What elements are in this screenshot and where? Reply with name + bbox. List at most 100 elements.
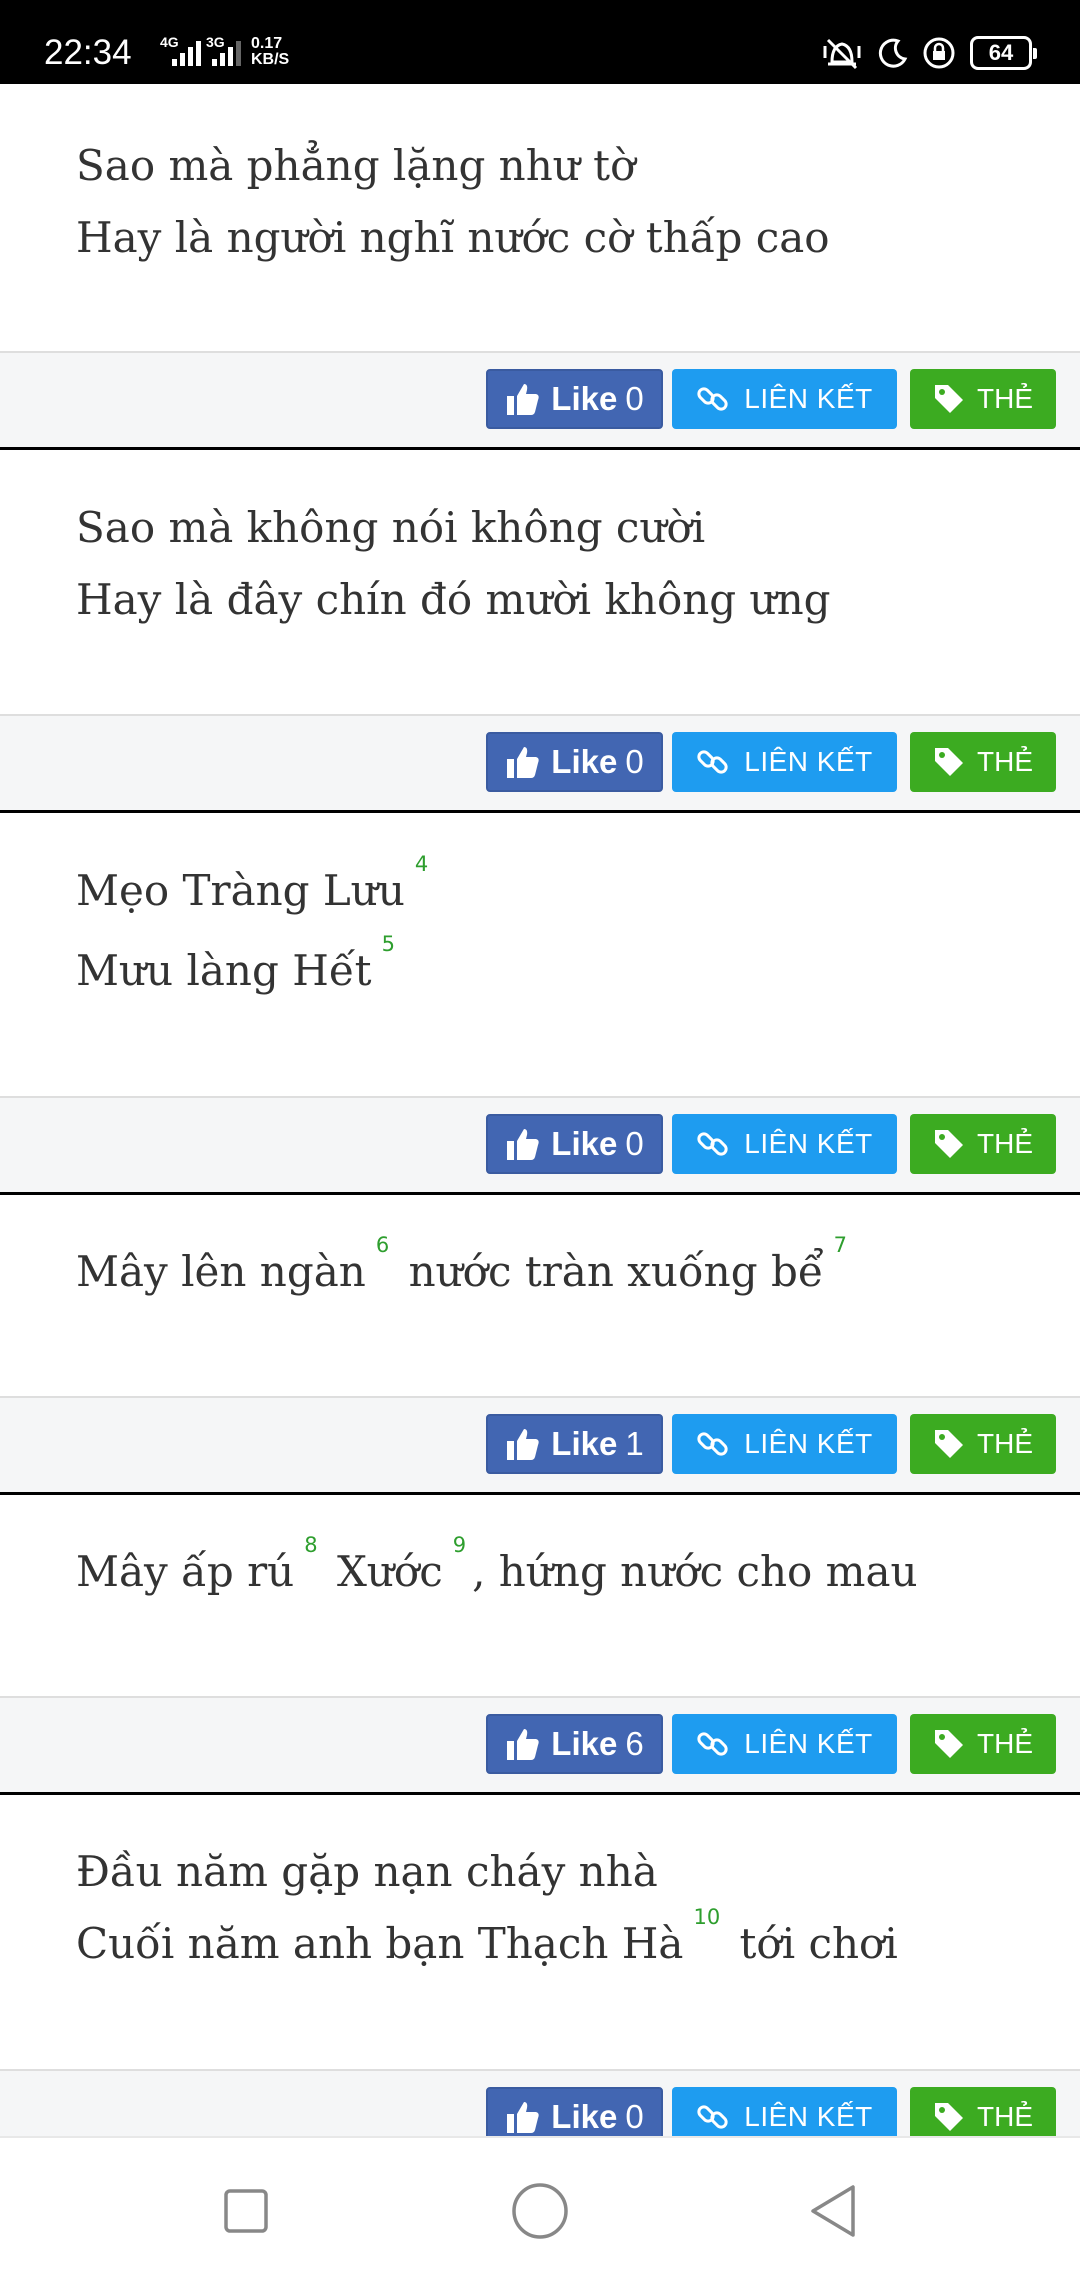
link-button[interactable]: LIÊN KẾT <box>672 369 897 429</box>
footnote-ref[interactable]: 9 <box>453 1533 466 1557</box>
verse-2-text: Sao mà không nói không cười Hay là đây c… <box>76 492 831 636</box>
tag-icon <box>935 748 963 776</box>
footnote-ref[interactable]: 8 <box>304 1533 317 1557</box>
tag-button[interactable]: THẺ <box>910 1414 1056 1474</box>
link-button[interactable]: LIÊN KẾT <box>672 1414 897 1474</box>
home-button[interactable] <box>505 2176 575 2246</box>
verse-segment: Mây lên ngàn <box>76 1247 366 1296</box>
verse-line: Mưu làng Hết 5 <box>76 932 434 1007</box>
speed-value: 0.17 <box>251 35 283 52</box>
link-label: LIÊN KẾT <box>744 2101 873 2132</box>
like-label: Like <box>551 1725 618 1762</box>
verse-line: Đầu năm gặp nạn cháy nhà <box>76 1847 658 1896</box>
link-icon <box>697 387 728 411</box>
recent-apps-button[interactable] <box>211 2176 281 2246</box>
verse-line: Mây lên ngàn 6 nước tràn xuống bể 7 <box>76 1233 853 1308</box>
vibrate-icon <box>823 38 861 70</box>
link-label: LIÊN KẾT <box>744 1428 873 1459</box>
tag-label: THẺ <box>977 383 1033 414</box>
like-label: Like <box>551 2098 618 2135</box>
like-label: Like <box>551 1425 618 1462</box>
tag-button[interactable]: THẺ <box>910 732 1056 792</box>
thumbs-up-icon <box>507 747 539 778</box>
status-icons: 64 <box>822 36 1037 70</box>
thumbs-up-icon <box>507 1129 539 1160</box>
verse-segment: nước tràn xuống bể <box>395 1247 824 1296</box>
verse-line: Sao mà phẳng lặng như tờ <box>76 141 636 190</box>
like-label: Like <box>551 1125 618 1162</box>
verse-5-actions: Like 6 LIÊN KẾT THẺ <box>0 1696 1080 1795</box>
link-button[interactable]: LIÊN KẾT <box>672 1714 897 1774</box>
tag-icon <box>935 1430 963 1458</box>
verse-segment: , hứng nước cho mau <box>472 1547 918 1596</box>
like-count: 0 <box>625 1125 644 1162</box>
like-button[interactable]: Like 0 <box>486 732 663 792</box>
tag-icon <box>935 1730 963 1758</box>
like-label: Like <box>551 743 618 780</box>
speed-unit: KB/S <box>251 51 290 68</box>
footnote-ref[interactable]: 10 <box>693 1905 720 1929</box>
thumbs-up-icon <box>507 384 539 415</box>
tag-label: THẺ <box>977 1128 1033 1159</box>
verse-line: Mẹo Tràng Lưu 4 <box>76 852 434 927</box>
lock-rotation-icon <box>923 37 955 69</box>
link-button[interactable]: LIÊN KẾT <box>672 732 897 792</box>
tag-icon <box>935 385 963 413</box>
link-icon <box>697 1432 728 1456</box>
link-label: LIÊN KẾT <box>744 383 873 414</box>
tag-icon <box>935 1130 963 1158</box>
battery-icon: 64 <box>970 36 1037 70</box>
like-count: 0 <box>625 2098 644 2135</box>
verse-1-text: Sao mà phẳng lặng như tờ Hay là người ng… <box>76 130 830 274</box>
tag-label: THẺ <box>977 1728 1033 1759</box>
link-button[interactable]: LIÊN KẾT <box>672 1114 897 1174</box>
link-icon <box>697 750 728 774</box>
verse-segment: Mưu làng Hết <box>76 946 372 995</box>
verse-3-text: Mẹo Tràng Lưu 4 Mưu làng Hết 5 <box>76 852 434 1007</box>
tag-button[interactable]: THẺ <box>910 369 1056 429</box>
back-button[interactable] <box>798 2176 868 2246</box>
signal-icon-2 <box>212 38 241 66</box>
navigation-bar <box>0 2136 1080 2282</box>
footnote-ref[interactable]: 6 <box>376 1233 389 1257</box>
verse-4-text: Mây lên ngàn 6 nước tràn xuống bể 7 <box>76 1233 853 1308</box>
link-label: LIÊN KẾT <box>744 1128 873 1159</box>
footnote-ref[interactable]: 5 <box>382 932 395 956</box>
like-count: 0 <box>625 380 644 417</box>
link-label: LIÊN KẾT <box>744 1728 873 1759</box>
link-icon <box>697 2105 728 2129</box>
tag-label: THẺ <box>977 1428 1033 1459</box>
link-label: LIÊN KẾT <box>744 746 873 777</box>
thumbs-up-icon <box>507 2102 539 2133</box>
verse-line: Mây ấp rú 8 Xước 9, hứng nước cho mau <box>76 1533 918 1608</box>
like-count: 1 <box>625 1425 644 1462</box>
tag-button[interactable]: THẺ <box>910 1114 1056 1174</box>
footnote-ref[interactable]: 4 <box>415 852 428 876</box>
verse-line: Sao mà không nói không cười <box>76 503 706 552</box>
verse-segment: Mây ấp rú <box>76 1547 295 1596</box>
tag-label: THẺ <box>977 746 1033 777</box>
verse-2-actions: Like 0 LIÊN KẾT THẺ <box>0 714 1080 813</box>
signal-icon-1 <box>172 38 201 66</box>
tag-icon <box>935 2103 963 2131</box>
verse-1-actions: Like 0 LIÊN KẾT THẺ <box>0 351 1080 450</box>
tag-label: THẺ <box>977 2101 1033 2132</box>
verse-6-text: Đầu năm gặp nạn cháy nhà Cuối năm anh bạ… <box>76 1836 898 1980</box>
verse-segment: Cuối năm anh bạn Thạch Hà <box>76 1919 684 1968</box>
verse-4-actions: Like 1 LIÊN KẾT THẺ <box>0 1396 1080 1495</box>
verse-segment: tới chơi <box>726 1919 898 1968</box>
like-button[interactable]: Like 0 <box>486 1114 663 1174</box>
footnote-ref[interactable]: 7 <box>834 1233 847 1257</box>
like-button[interactable]: Like 0 <box>486 369 663 429</box>
triangle-back-icon <box>811 2185 855 2237</box>
tag-button[interactable]: THẺ <box>910 1714 1056 1774</box>
like-button[interactable]: Like 6 <box>486 1714 663 1774</box>
verse-5-text: Mây ấp rú 8 Xước 9, hứng nước cho mau <box>76 1533 918 1608</box>
like-count: 6 <box>625 1725 644 1762</box>
moon-icon <box>878 38 908 68</box>
circle-icon <box>512 2183 568 2239</box>
like-button[interactable]: Like 1 <box>486 1414 663 1474</box>
network-speed: 0.17 KB/S <box>251 36 289 68</box>
link-icon <box>697 1732 728 1756</box>
verse-line: Cuối năm anh bạn Thạch Hà 10 tới chơi <box>76 1905 898 1980</box>
